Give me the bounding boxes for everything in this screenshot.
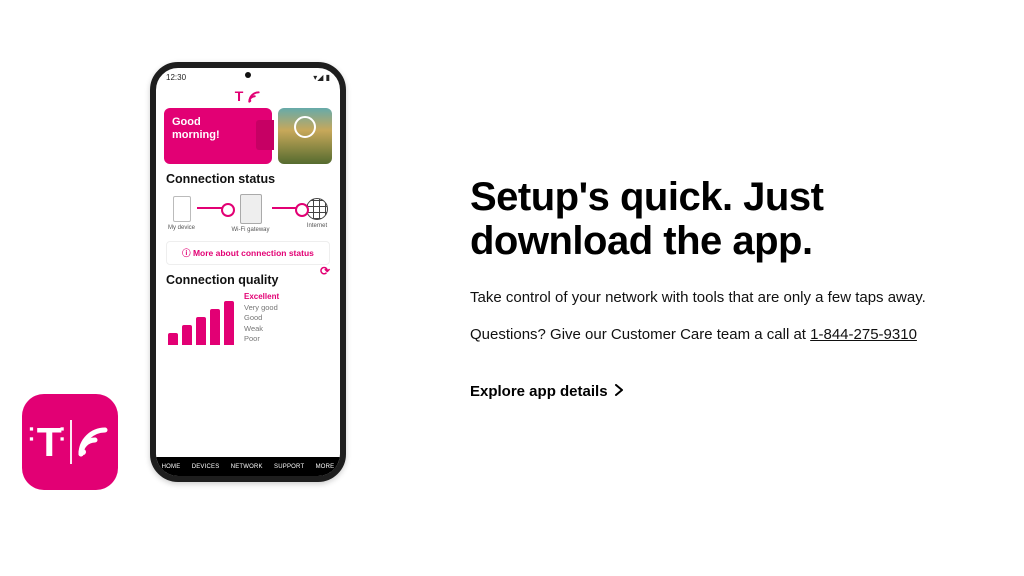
explore-app-details-link[interactable]: Explore app details <box>470 383 624 400</box>
quality-bars <box>168 297 234 345</box>
bar-3 <box>196 317 206 345</box>
divider <box>70 420 72 464</box>
app-icon[interactable]: ▪▪T▪▪ <box>22 394 118 490</box>
greeting-line2: morning! <box>172 129 264 142</box>
connection-quality-heading: Connection quality <box>166 273 279 287</box>
globe-icon <box>306 198 328 220</box>
status-time: 12:30 <box>166 73 186 82</box>
phone-mockup: 12:30 ▾◢ ▮ T Good morning! <box>150 62 346 482</box>
bar-5 <box>224 301 234 345</box>
node-gateway: Wi-Fi gateway <box>232 194 270 233</box>
tab-home[interactable]: HOME <box>162 464 181 470</box>
legend-excellent: Excellent <box>244 292 279 301</box>
legend-good: Good <box>244 313 262 322</box>
support-phone-link[interactable]: 1-844-275-9310 <box>810 326 917 343</box>
bar-2 <box>182 325 192 345</box>
bar-1 <box>168 333 178 345</box>
more-connection-status-link[interactable]: ⓘ More about connection status <box>166 241 330 265</box>
wifi-icon <box>75 424 111 460</box>
tab-support[interactable]: SUPPORT <box>274 464 304 470</box>
edge-2 <box>272 207 304 209</box>
edge-1 <box>197 207 229 209</box>
legend-poor: Poor <box>244 334 260 343</box>
chevron-right-icon <box>614 383 624 400</box>
greeting-card[interactable]: Good morning! <box>164 108 272 164</box>
phone-tabbar: HOME DEVICES NETWORK SUPPORT MORE <box>156 457 340 476</box>
t-logo: ▪▪T▪▪ <box>29 422 67 463</box>
brand-wifi-icon <box>247 90 261 104</box>
greeting-line1: Good <box>172 116 264 129</box>
legend-very-good: Very good <box>244 303 278 312</box>
tab-more[interactable]: MORE <box>316 464 335 470</box>
phone-icon <box>173 196 191 222</box>
cta-label: Explore app details <box>470 383 608 400</box>
status-icons: ▾◢ ▮ <box>313 73 330 82</box>
tab-network[interactable]: NETWORK <box>231 464 263 470</box>
legend-weak: Weak <box>244 324 263 333</box>
tab-devices[interactable]: DEVICES <box>192 464 220 470</box>
support-prefix: Questions? Give our Customer Care team a… <box>470 326 810 343</box>
card-accent-icon <box>256 120 274 150</box>
phone-brandbar: T <box>156 86 340 108</box>
node-internet: Internet <box>306 198 328 229</box>
gateway-icon <box>240 194 262 224</box>
lead-paragraph: Take control of your network with tools … <box>470 289 964 306</box>
bar-4 <box>210 309 220 345</box>
refresh-icon[interactable]: ⟳ <box>320 264 330 278</box>
node-my-device: My device <box>168 196 195 231</box>
scenic-card[interactable] <box>278 108 332 164</box>
support-paragraph: Questions? Give our Customer Care team a… <box>470 326 964 343</box>
connection-diagram: My device Wi-Fi gateway Internet <box>156 188 340 235</box>
phone-status-bar: 12:30 ▾◢ ▮ <box>156 68 340 86</box>
quality-legend: Excellent Very good Good Weak Poor <box>244 291 279 345</box>
camera-dot <box>245 72 251 78</box>
connection-status-heading: Connection status <box>166 172 330 186</box>
page-headline: Setup's quick. Just download the app. <box>470 175 964 263</box>
brand-t-icon: T <box>235 88 244 104</box>
